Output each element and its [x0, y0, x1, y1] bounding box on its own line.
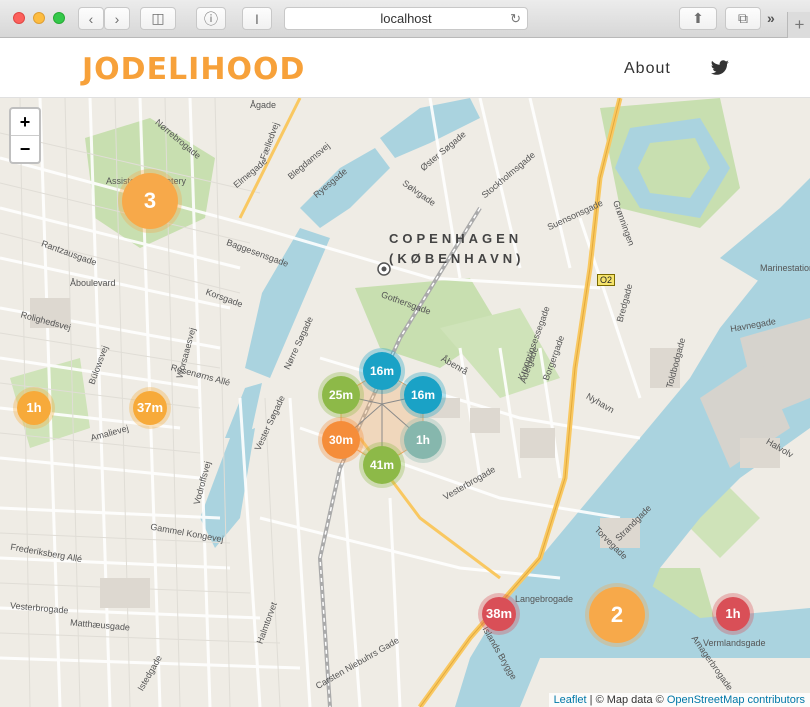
- chevron-right-icon: ›: [114, 10, 120, 27]
- back-button[interactable]: ‹: [78, 7, 104, 30]
- metro-sign: O2: [597, 274, 616, 286]
- map-attribution: Leaflet | © Map data © OpenStreetMap con…: [548, 693, 810, 707]
- window-close-button[interactable]: [13, 12, 25, 24]
- new-tab-button[interactable]: +: [787, 12, 810, 38]
- time-marker[interactable]: 37m: [133, 391, 167, 425]
- street-label: Langebrogade: [515, 594, 574, 604]
- street-label: Marinestation Holmen: [760, 263, 810, 273]
- time-marker[interactable]: 16m: [404, 376, 442, 414]
- window-minimize-button[interactable]: [33, 12, 45, 24]
- forward-button[interactable]: ›: [104, 7, 130, 30]
- street-label: Vermlandsgade: [703, 638, 766, 648]
- cluster-marker[interactable]: 2: [589, 587, 645, 643]
- site-logo[interactable]: JODELIHOOD: [82, 52, 305, 87]
- url-text: localhost: [380, 11, 432, 26]
- twitter-icon[interactable]: [710, 60, 730, 76]
- chevron-left-icon: ‹: [88, 10, 94, 27]
- share-icon: ⬆: [692, 10, 704, 26]
- sidebar-icon: ◫: [151, 10, 165, 26]
- zoom-control: + −: [9, 107, 41, 164]
- city-label-line1: COPENHAGEN: [389, 231, 523, 246]
- city-label: COPENHAGEN (KØBENHAVN): [389, 229, 524, 269]
- reader-button[interactable]: I: [242, 7, 272, 30]
- street-label: Åboulevard: [70, 278, 116, 288]
- time-marker[interactable]: 38m: [482, 597, 516, 631]
- street-label: Ågade: [250, 100, 277, 110]
- time-marker[interactable]: 1h: [17, 391, 51, 425]
- cluster-marker[interactable]: 3: [122, 173, 178, 229]
- time-marker[interactable]: 30m: [322, 421, 360, 459]
- time-marker[interactable]: 25m: [322, 376, 360, 414]
- map-view[interactable]: COPENHAGEN (KØBENHAVN) O2 Assistens Ceme…: [0, 98, 810, 707]
- time-marker[interactable]: 1h: [404, 421, 442, 459]
- window-maximize-button[interactable]: [53, 12, 65, 24]
- time-marker[interactable]: 41m: [363, 446, 401, 484]
- address-bar[interactable]: localhost ↻: [284, 7, 528, 30]
- reload-icon[interactable]: ↻: [510, 8, 521, 29]
- leaflet-link[interactable]: Leaflet: [554, 694, 587, 706]
- browser-toolbar: ‹ › ◫ ⓘ I localhost ↻ ⬆ ⧉ » +: [0, 0, 810, 38]
- city-label-line2: (KØBENHAVN): [389, 251, 525, 266]
- tabs-icon: ⧉: [738, 10, 748, 26]
- text-cursor-icon: I: [255, 10, 259, 27]
- more-icon[interactable]: »: [767, 10, 775, 26]
- site-header: JODELIHOOD About: [0, 38, 810, 98]
- nav-about-link[interactable]: About: [624, 60, 671, 78]
- osm-link[interactable]: OpenStreetMap contributors: [667, 694, 805, 706]
- attribution-text: | © Map data ©: [586, 694, 667, 706]
- zoom-out-button[interactable]: −: [11, 136, 39, 162]
- sidebar-button[interactable]: ◫: [140, 7, 176, 30]
- share-button[interactable]: ⬆: [679, 7, 717, 30]
- zoom-in-button[interactable]: +: [11, 109, 39, 136]
- privacy-button[interactable]: ⓘ: [196, 7, 226, 30]
- time-marker[interactable]: 16m: [363, 352, 401, 390]
- shield-icon: ⓘ: [204, 10, 218, 27]
- tabs-button[interactable]: ⧉: [725, 7, 761, 30]
- time-marker[interactable]: 1h: [716, 597, 750, 631]
